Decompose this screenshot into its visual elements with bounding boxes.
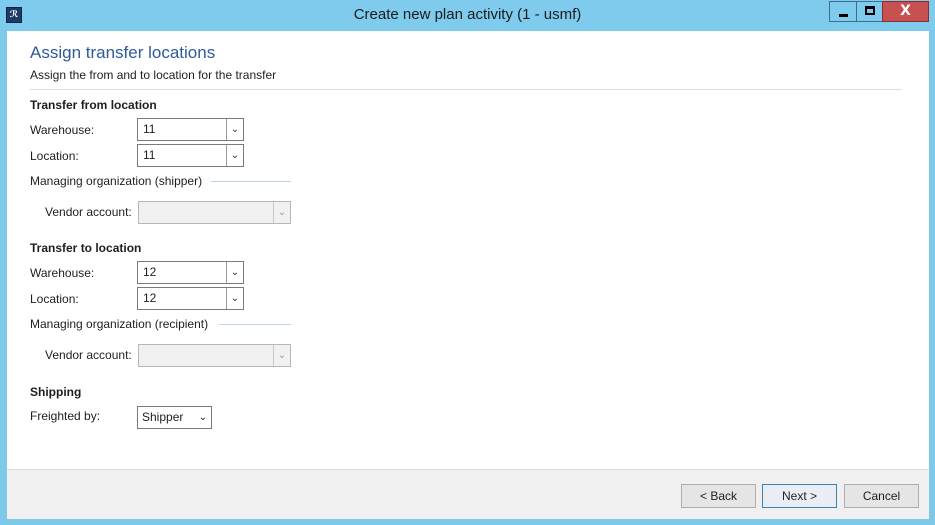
group-divider	[211, 181, 291, 182]
chevron-down-icon[interactable]: ⌄	[226, 262, 243, 283]
from-warehouse-label: Warehouse:	[30, 123, 95, 137]
group-managing-recipient: Managing organization (recipient)	[30, 317, 209, 331]
section-transfer-from: Transfer from location	[30, 98, 157, 112]
to-warehouse-value[interactable]: 12	[143, 262, 156, 283]
from-location-combo[interactable]: 11 ⌄	[137, 144, 244, 167]
close-button[interactable]: X	[882, 1, 929, 22]
title-bar: ℛ Create new plan activity (1 - usmf) X	[0, 0, 935, 30]
section-transfer-to: Transfer to location	[30, 241, 142, 255]
to-location-value[interactable]: 12	[143, 288, 156, 309]
to-vendor-combo[interactable]: ⌄	[138, 344, 291, 367]
dialog-body: Assign transfer locations Assign the fro…	[7, 31, 929, 519]
window-title: Create new plan activity (1 - usmf)	[353, 6, 582, 23]
chevron-down-icon[interactable]: ⌄	[273, 202, 290, 223]
header-divider	[30, 89, 902, 90]
close-icon: X	[900, 3, 911, 19]
from-vendor-label: Vendor account:	[45, 205, 132, 219]
chevron-down-icon[interactable]: ⌄	[226, 288, 243, 309]
to-warehouse-label: Warehouse:	[30, 266, 95, 280]
chevron-down-icon[interactable]: ⌄	[273, 345, 290, 366]
freighted-by-value[interactable]: Shipper	[142, 407, 183, 428]
from-vendor-combo[interactable]: ⌄	[138, 201, 291, 224]
chevron-down-icon[interactable]: ⌄	[226, 119, 243, 140]
to-vendor-label: Vendor account:	[45, 348, 132, 362]
back-button[interactable]: < Back	[681, 484, 756, 508]
chevron-down-icon[interactable]: ⌄	[199, 407, 207, 428]
maximize-button[interactable]	[856, 1, 883, 22]
to-location-combo[interactable]: 12 ⌄	[137, 287, 244, 310]
from-warehouse-value[interactable]: 11	[143, 119, 155, 140]
to-location-label: Location:	[30, 292, 79, 306]
freighted-by-select[interactable]: Shipper ⌄	[137, 406, 212, 429]
group-divider	[219, 324, 291, 325]
cancel-button[interactable]: Cancel	[844, 484, 919, 508]
chevron-down-icon[interactable]: ⌄	[226, 145, 243, 166]
to-warehouse-combo[interactable]: 12 ⌄	[137, 261, 244, 284]
freighted-by-label: Freighted by:	[30, 409, 101, 423]
from-location-value[interactable]: 11	[143, 145, 155, 166]
section-shipping: Shipping	[30, 385, 82, 399]
page-subtitle: Assign the from and to location for the …	[30, 68, 277, 82]
from-warehouse-combo[interactable]: 11 ⌄	[137, 118, 244, 141]
maximize-icon	[865, 6, 875, 15]
group-managing-shipper: Managing organization (shipper)	[30, 174, 203, 188]
next-button[interactable]: Next >	[762, 484, 837, 508]
page-title: Assign transfer locations	[30, 43, 216, 62]
from-location-label: Location:	[30, 149, 79, 163]
minimize-icon	[839, 14, 848, 17]
minimize-button[interactable]	[829, 1, 857, 22]
